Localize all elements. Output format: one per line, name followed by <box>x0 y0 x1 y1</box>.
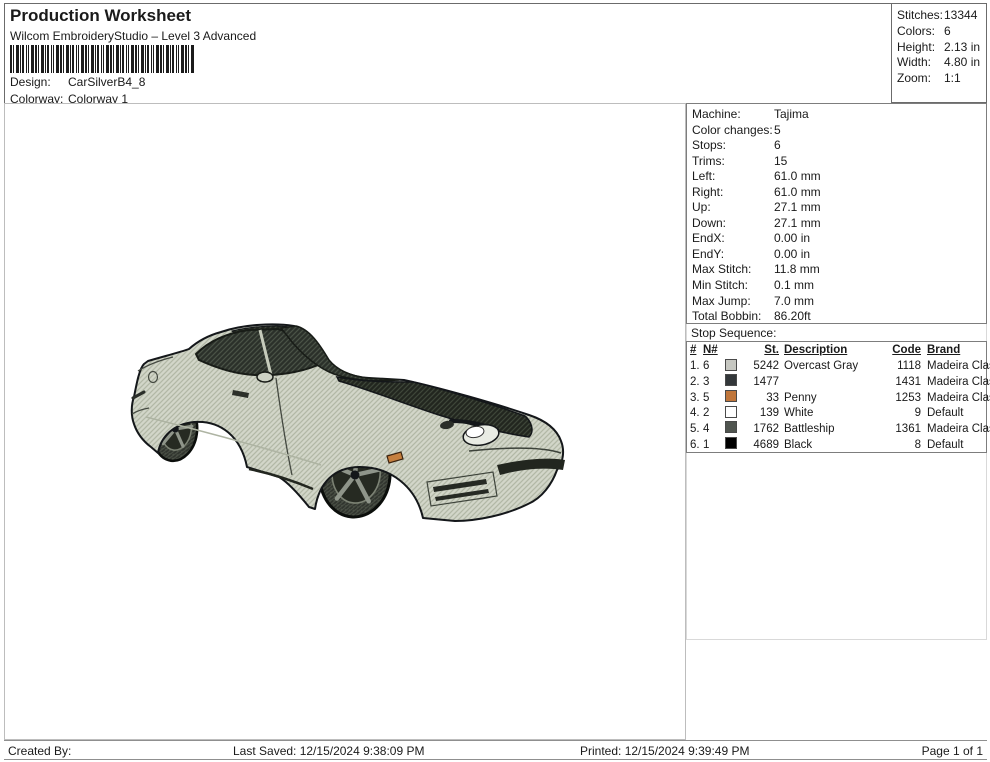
barcode <box>10 45 198 73</box>
thread-swatch <box>725 390 737 402</box>
thread-row: 5.41762Battleship1361Madeira Classic 40 <box>687 421 986 437</box>
design-preview-area <box>4 103 686 740</box>
production-worksheet-page: Production Worksheet Wilcom EmbroiderySt… <box>0 0 990 762</box>
printed-text: Printed: 12/15/2024 9:39:49 PM <box>580 744 749 758</box>
thread-swatch <box>725 437 737 449</box>
thread-row: 2.314771431Madeira Classic 40 <box>687 374 986 390</box>
header-box: Production Worksheet Wilcom EmbroiderySt… <box>4 3 892 105</box>
machine-row: Max Stitch:11.8 mm <box>692 262 986 278</box>
car-embroidery-preview <box>129 319 569 529</box>
app-subtitle: Wilcom EmbroideryStudio – Level 3 Advanc… <box>10 29 256 43</box>
stat-colors: Colors:6 <box>897 24 986 40</box>
created-by-label: Created By: <box>8 744 71 758</box>
thread-row: 1.65242Overcast Gray1118Madeira Classic … <box>687 359 986 375</box>
machine-row: Up:27.1 mm <box>692 200 986 216</box>
machine-row: Total Bobbin:86.20ft <box>692 309 986 325</box>
thread-swatch <box>725 406 737 418</box>
machine-row: Max Jump:7.0 mm <box>692 294 986 310</box>
machine-info-box: Machine:Tajima Color changes:5 Stops:6 T… <box>686 103 987 324</box>
thread-row: 3.533Penny1253Madeira Classic 40 <box>687 390 986 406</box>
design-value: CarSilverB4_8 <box>68 75 145 89</box>
stat-stitches: Stitches:13344 <box>897 8 986 24</box>
machine-row: Left:61.0 mm <box>692 169 986 185</box>
machine-row: Min Stitch:0.1 mm <box>692 278 986 294</box>
design-row: Design:CarSilverB4_8 <box>10 75 145 89</box>
stat-zoom: Zoom:1:1 <box>897 71 986 87</box>
stop-sequence-label: Stop Sequence: <box>691 326 776 340</box>
design-stats-box: Stitches:13344 Colors:6 Height:2.13 in W… <box>891 3 987 103</box>
machine-row: Trims:15 <box>692 154 986 170</box>
machine-row: Right:61.0 mm <box>692 185 986 201</box>
thread-row: 4.2139White9Default <box>687 406 986 422</box>
machine-row: EndX:0.00 in <box>692 231 986 247</box>
thread-row: 6.14689Black8Default <box>687 437 986 453</box>
machine-row: Down:27.1 mm <box>692 216 986 232</box>
page-number: Page 1 of 1 <box>922 744 983 758</box>
stop-sequence-table: # N# St. Description Code Brand 1.65242O… <box>686 341 987 453</box>
footer-bar: Created By: Last Saved: 12/15/2024 9:38:… <box>4 740 987 760</box>
design-label: Design: <box>10 75 68 89</box>
stop-sequence-header: # N# St. Description Code Brand <box>687 343 986 359</box>
last-saved-text: Last Saved: 12/15/2024 9:38:09 PM <box>233 744 424 758</box>
machine-row: Color changes:5 <box>692 123 986 139</box>
machine-row: Machine:Tajima <box>692 107 986 123</box>
stat-width: Width:4.80 in <box>897 55 986 71</box>
page-title: Production Worksheet <box>10 6 191 26</box>
thread-swatch <box>725 359 737 371</box>
thread-swatch <box>725 421 737 433</box>
machine-row: Stops:6 <box>692 138 986 154</box>
machine-row: EndY:0.00 in <box>692 247 986 263</box>
thread-swatch <box>725 374 737 386</box>
stat-height: Height:2.13 in <box>897 40 986 56</box>
side-mirror <box>257 372 273 382</box>
